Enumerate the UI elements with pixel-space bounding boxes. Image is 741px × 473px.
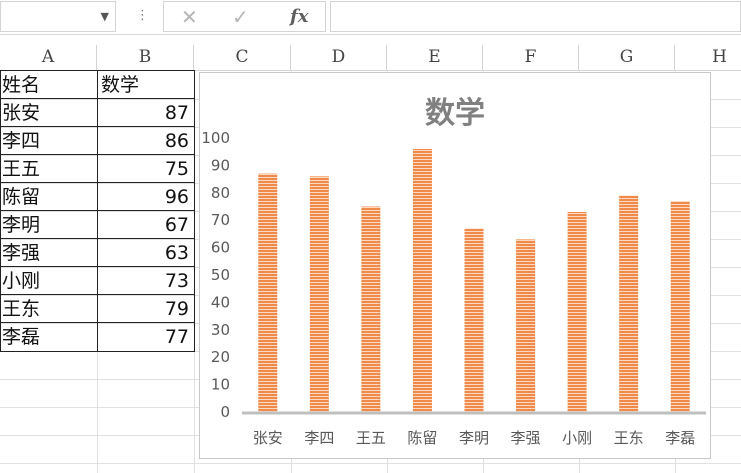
cell-score[interactable]: 77 bbox=[98, 323, 192, 351]
x-tick-label: 李四 bbox=[304, 429, 334, 447]
x-tick-label: 王东 bbox=[614, 429, 644, 447]
bar-张安[interactable] bbox=[258, 173, 278, 412]
y-tick-label: 100 bbox=[201, 129, 230, 147]
cell-score[interactable]: 67 bbox=[98, 211, 192, 239]
column-headers: A B C D E F G H bbox=[0, 45, 741, 71]
x-tick-label: 王五 bbox=[356, 429, 386, 447]
table-divider bbox=[0, 238, 195, 239]
formula-input[interactable] bbox=[330, 1, 741, 32]
x-tick-label: 李明 bbox=[459, 429, 489, 447]
cell-name[interactable]: 王东 bbox=[2, 295, 97, 323]
y-tick-label: 70 bbox=[211, 211, 230, 229]
insert-function-button[interactable]: fx bbox=[290, 6, 308, 27]
vertical-dots-icon[interactable]: ⋮ bbox=[136, 8, 149, 23]
table-divider bbox=[0, 182, 195, 183]
cell-name[interactable]: 陈留 bbox=[2, 183, 97, 211]
table-divider bbox=[0, 294, 195, 295]
x-tick-label: 陈留 bbox=[407, 429, 437, 447]
column-header-d[interactable]: D bbox=[291, 45, 387, 70]
cell-name[interactable]: 李四 bbox=[2, 127, 97, 155]
column-header-a[interactable]: A bbox=[0, 45, 97, 70]
cell-score[interactable]: 73 bbox=[98, 267, 192, 295]
cell-score[interactable]: 79 bbox=[98, 295, 192, 323]
column-header-f[interactable]: F bbox=[483, 45, 579, 70]
bar-series bbox=[258, 148, 690, 413]
formula-bar: ▼ ⋮ ✕ ✓ fx bbox=[0, 0, 741, 34]
table-divider bbox=[0, 322, 195, 323]
cell-name[interactable]: 李磊 bbox=[2, 323, 97, 351]
name-box[interactable]: ▼ bbox=[0, 1, 116, 32]
y-tick-label: 20 bbox=[211, 348, 230, 366]
y-tick-label: 10 bbox=[211, 376, 230, 394]
bar-陈留[interactable] bbox=[412, 148, 432, 412]
y-tick-label: 40 bbox=[211, 293, 230, 311]
table-divider bbox=[0, 210, 195, 211]
bar-王五[interactable] bbox=[361, 206, 381, 413]
column-header-b[interactable]: B bbox=[97, 45, 194, 70]
bar-王东[interactable] bbox=[619, 195, 639, 412]
table-divider bbox=[97, 70, 98, 352]
x-axis: 张安 李四 王五 陈留 李明 李强 小刚 王东 李磊 bbox=[253, 429, 695, 447]
y-tick-label: 90 bbox=[211, 156, 230, 174]
x-tick-label: 张安 bbox=[253, 429, 283, 447]
table-divider bbox=[0, 266, 195, 267]
header-cell-score[interactable]: 数学 bbox=[98, 71, 192, 99]
cell-score[interactable]: 63 bbox=[98, 239, 192, 267]
cell-name[interactable]: 李强 bbox=[2, 239, 97, 267]
chart-title: 数学 bbox=[425, 96, 485, 131]
table-divider bbox=[0, 154, 195, 155]
x-tick-label: 李磊 bbox=[665, 429, 695, 447]
column-header-g[interactable]: G bbox=[579, 45, 675, 70]
cell-name[interactable]: 李明 bbox=[2, 211, 97, 239]
chart-canvas: 数学 0 10 20 30 40 50 60 70 80 90 100 张安 李四 王五 陈留 李明 李强 小刚… bbox=[201, 96, 706, 447]
y-tick-label: 80 bbox=[211, 184, 230, 202]
toolbar-separator bbox=[0, 34, 741, 45]
column-header-c[interactable]: C bbox=[194, 45, 291, 70]
cell-score[interactable]: 96 bbox=[98, 183, 192, 211]
header-cell-name[interactable]: 姓名 bbox=[2, 71, 97, 99]
column-header-h[interactable]: H bbox=[675, 45, 741, 70]
bar-李明[interactable] bbox=[464, 228, 484, 412]
cell-score[interactable]: 75 bbox=[98, 155, 192, 183]
bar-李磊[interactable] bbox=[670, 201, 690, 412]
bar-小刚[interactable] bbox=[567, 211, 587, 412]
y-tick-label: 0 bbox=[220, 403, 230, 421]
table-divider bbox=[0, 98, 195, 99]
bar-李四[interactable] bbox=[309, 176, 329, 412]
x-tick-label: 李强 bbox=[511, 429, 541, 447]
x-tick-label: 小刚 bbox=[562, 429, 592, 447]
y-tick-label: 50 bbox=[211, 266, 230, 284]
cell-name[interactable]: 王五 bbox=[2, 155, 97, 183]
bar-chart[interactable]: 数学 0 10 20 30 40 50 60 70 80 90 100 张安 李四 王五 陈留 李明 李强 小刚… bbox=[199, 72, 711, 459]
y-tick-label: 30 bbox=[211, 321, 230, 339]
cell-score[interactable]: 86 bbox=[98, 127, 192, 155]
cancel-icon[interactable]: ✕ bbox=[181, 5, 198, 29]
chevron-down-icon[interactable]: ▼ bbox=[101, 10, 109, 23]
cell-name[interactable]: 张安 bbox=[2, 99, 97, 127]
formula-buttons: ✕ ✓ fx bbox=[163, 1, 326, 32]
bar-李强[interactable] bbox=[516, 239, 536, 412]
cell-name[interactable]: 小刚 bbox=[2, 267, 97, 295]
column-header-e[interactable]: E bbox=[387, 45, 483, 70]
cell-score[interactable]: 87 bbox=[98, 99, 192, 127]
enter-icon[interactable]: ✓ bbox=[232, 5, 249, 29]
y-tick-label: 60 bbox=[211, 239, 230, 257]
table-divider bbox=[0, 126, 195, 127]
y-axis: 0 10 20 30 40 50 60 70 80 90 100 bbox=[201, 129, 230, 421]
